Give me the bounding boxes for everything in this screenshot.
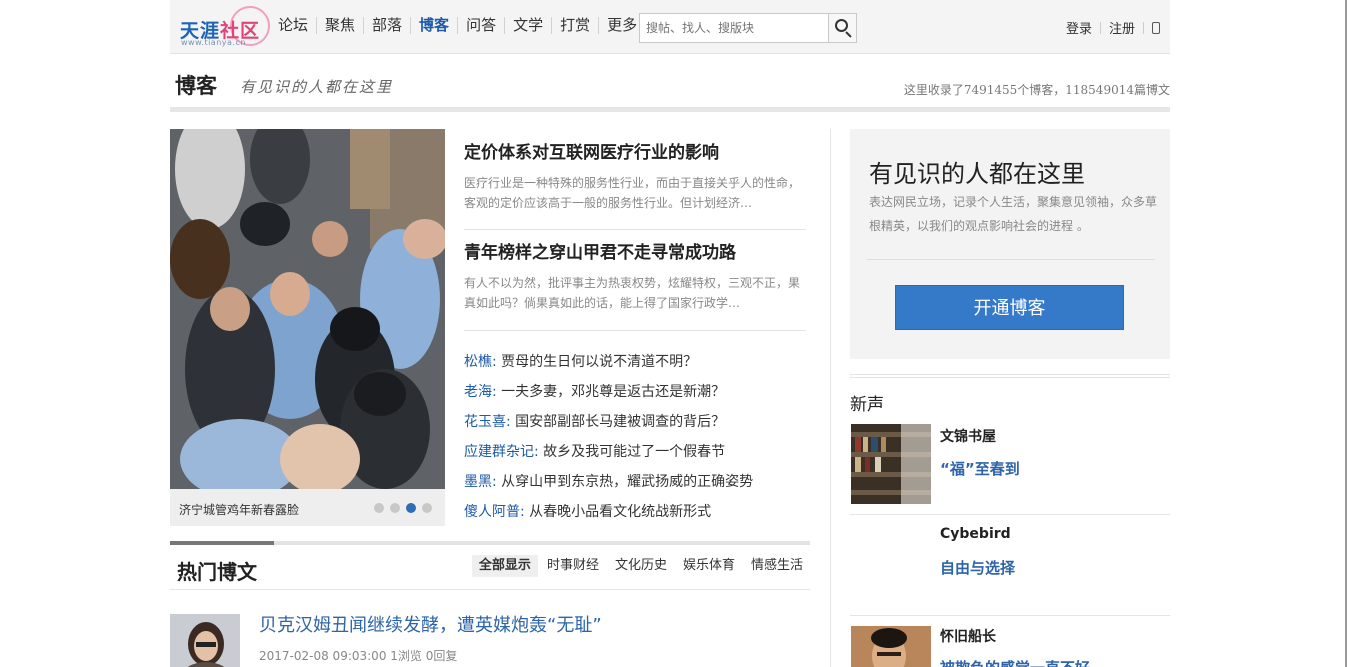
link-author[interactable]: 应建群杂记:	[464, 444, 539, 460]
link-title[interactable]: 贾母的生日何以说不清道不明？	[501, 354, 697, 370]
list-item[interactable]: 傻人阿普: 从春晚小品看文化统战新形式	[464, 497, 806, 527]
blogger-name[interactable]: 怀旧船长	[940, 626, 996, 646]
tab-entertainment-sports[interactable]: 娱乐体育	[676, 555, 742, 577]
hot-post-item: 贝克汉姆丑闻继续发酵，遭英媒炮轰“无耻” 2017-02-08 09:03:00…	[170, 614, 810, 667]
login-link[interactable]: 登录	[1066, 18, 1092, 37]
blogger-card: Cybebird 自由与选择	[850, 526, 1170, 616]
hero-slider[interactable]: 济宁城管鸡年新春露脸	[170, 129, 445, 526]
blogger-card: 怀旧船长 被欺负的感觉一直不好	[850, 626, 1170, 667]
mobile-phone-icon[interactable]	[1152, 21, 1160, 34]
nav-more-label: 更多	[607, 16, 638, 34]
slider-dot-2[interactable]	[390, 503, 400, 513]
link-title[interactable]: 从穿山甲到东京热，耀武扬威的正确姿势	[501, 474, 753, 490]
nav-item-reward[interactable]: 打赏	[551, 17, 598, 34]
list-item[interactable]: 应建群杂记: 故乡及我可能过了一个假春节	[464, 437, 806, 467]
link-author[interactable]: 花玉喜:	[464, 414, 511, 430]
link-title[interactable]: 故乡及我可能过了一个假春节	[543, 444, 725, 460]
featured-article-2: 青年榜样之穿山甲君不走寻常成功路 有人不以为然，批评事主为热衷权势，炫耀特权，三…	[464, 241, 806, 331]
featured-article-summary: 医疗行业是一种特殊的服务性行业，而由于直接关乎人的性命，客观的定价应该高于一般的…	[464, 176, 801, 210]
blogger-name[interactable]: 文锦书屋	[940, 426, 996, 446]
hero-caption-bar: 济宁城管鸡年新春露脸	[170, 489, 445, 526]
link-title[interactable]: 国安部副部长马建被调查的背后？	[515, 414, 725, 430]
featured-article-summary: 有人不以为然，批评事主为热衷权势，炫耀特权，三观不正，果真如此吗？倘果真如此的话…	[464, 276, 801, 310]
list-item[interactable]: 松樵: 贾母的生日何以说不清道不明？	[464, 347, 806, 377]
sidebar-divider	[850, 374, 1170, 378]
main-nav: 论坛 聚焦 部落 博客 问答 文学 打赏 更多	[278, 17, 658, 34]
blogger-post-link[interactable]: 被欺负的感觉一直不好	[940, 657, 1090, 667]
list-item[interactable]: 花玉喜: 国安部副部长马建被调查的背后？	[464, 407, 806, 437]
tab-current-affairs[interactable]: 时事财经	[540, 555, 606, 577]
tab-emotional-life[interactable]: 情感生活	[744, 555, 810, 577]
sidebar-section-title: 新声	[850, 395, 884, 415]
hot-post-title[interactable]: 贝克汉姆丑闻继续发酵，遭英媒炮轰“无耻”	[259, 614, 602, 638]
featured-article-title[interactable]: 青年榜样之穿山甲君不走寻常成功路	[464, 241, 806, 265]
hot-posts-tabs: 全部显示 时事财经 文化历史 娱乐体育 情感生活	[470, 555, 810, 577]
user-links: 登录 注册	[1066, 18, 1160, 37]
link-author[interactable]: 傻人阿普:	[464, 504, 525, 520]
column-divider	[830, 129, 831, 667]
search-box	[639, 13, 857, 43]
channel-header: 博客 有见识的人都在这里 这里收录了7491455个博客，118549014篇博…	[170, 54, 1170, 112]
promo-description: 表达网民立场，记录个人生活，聚集意见领袖，众多草根精英，以我们的观点影响社会的进…	[869, 195, 1158, 233]
featured-article-1: 定价体系对互联网医疗行业的影响 医疗行业是一种特殊的服务性行业，而由于直接关乎人…	[464, 141, 806, 230]
slider-dot-4[interactable]	[422, 503, 432, 513]
nav-item-tribe[interactable]: 部落	[363, 17, 410, 34]
slider-dots	[368, 503, 432, 513]
nav-item-qa[interactable]: 问答	[457, 17, 504, 34]
hero-photo[interactable]	[170, 129, 445, 489]
open-blog-promo: 有见识的人都在这里 表达网民立场，记录个人生活，聚集意见领袖，众多草根精英，以我…	[850, 129, 1170, 359]
promo-title: 有见识的人都在这里	[869, 160, 1085, 188]
slider-dot-1[interactable]	[374, 503, 384, 513]
search-button[interactable]	[828, 14, 856, 42]
hero-caption[interactable]: 济宁城管鸡年新春露脸	[179, 501, 299, 518]
search-input[interactable]	[640, 14, 829, 42]
hot-post-meta: 2017-02-08 09:03:00 1浏览 0回复	[259, 649, 458, 663]
link-title[interactable]: 一夫多妻，邓兆尊是返古还是新潮？	[501, 384, 725, 400]
blogger-card: 文锦书屋 “福”至春到	[850, 424, 1170, 515]
open-blog-button[interactable]: 开通博客	[895, 285, 1124, 330]
tianya-logo[interactable]: 天涯社区 www.tianya.cn	[180, 6, 270, 48]
nav-item-forum[interactable]: 论坛	[278, 17, 316, 34]
link-author[interactable]: 老海:	[464, 384, 497, 400]
tab-all[interactable]: 全部显示	[471, 555, 538, 577]
nav-item-focus[interactable]: 聚焦	[316, 17, 363, 34]
top-bar: 天涯社区 www.tianya.cn 论坛 聚焦 部落 博客 问答 文学 打赏 …	[0, 0, 1347, 54]
logo-url: www.tianya.cn	[181, 38, 246, 47]
blogger-photo[interactable]	[851, 626, 931, 667]
blogger-post-link[interactable]: “福”至春到	[940, 458, 1020, 479]
list-item[interactable]: 墨黑: 从穿山甲到东京热，耀武扬威的正确姿势	[464, 467, 806, 497]
blogger-post-link[interactable]: 自由与选择	[940, 557, 1015, 578]
link-title[interactable]: 从春晚小品看文化统战新形式	[529, 504, 711, 520]
link-author[interactable]: 松樵:	[464, 354, 497, 370]
blog-stats: 这里收录了7491455个博客，118549014篇博文	[903, 83, 1170, 97]
blogger-photo[interactable]	[851, 424, 931, 504]
nav-item-blog[interactable]: 博客	[410, 17, 457, 34]
list-item[interactable]: 老海: 一夫多妻，邓兆尊是返古还是新潮？	[464, 377, 806, 407]
slider-dot-3[interactable]	[406, 503, 416, 513]
section-top-line	[170, 541, 810, 545]
avatar[interactable]	[170, 614, 240, 667]
hero-crowd-photo	[170, 129, 445, 489]
link-author[interactable]: 墨黑:	[464, 474, 497, 490]
page-title: 博客	[175, 74, 217, 98]
hot-posts-title: 热门博文	[177, 560, 257, 584]
register-link[interactable]: 注册	[1109, 18, 1135, 37]
tab-culture-history[interactable]: 文化历史	[608, 555, 674, 577]
featured-article-title[interactable]: 定价体系对互联网医疗行业的影响	[464, 141, 806, 165]
channel-slogan: 有见识的人都在这里	[240, 78, 394, 96]
headline-links: 松樵: 贾母的生日何以说不清道不明？ 老海: 一夫多妻，邓兆尊是返古还是新潮？ …	[464, 347, 806, 527]
nav-item-literature[interactable]: 文学	[504, 17, 551, 34]
blogger-name[interactable]: Cybebird	[940, 526, 1011, 542]
top-bar-inner: 天涯社区 www.tianya.cn 论坛 聚焦 部落 博客 问答 文学 打赏 …	[170, 0, 1170, 54]
